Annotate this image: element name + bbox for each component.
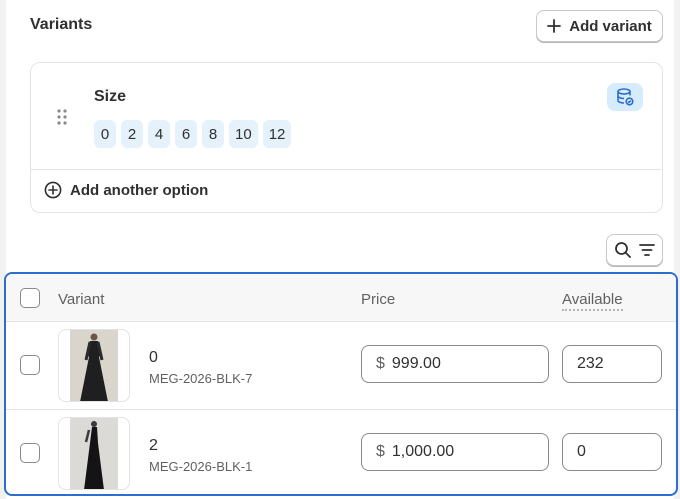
option-value-chip[interactable]: 6 (175, 120, 197, 148)
variants-table: Variant Price Available 0 MEG-2026-BLK-7… (4, 272, 678, 496)
plus-circle-icon (44, 181, 62, 199)
price-input[interactable]: $ (361, 433, 549, 471)
database-icon (617, 88, 634, 106)
plus-icon (547, 19, 562, 33)
variant-name[interactable]: 2 (149, 437, 158, 455)
available-input[interactable] (562, 345, 662, 383)
option-value-chip[interactable]: 4 (148, 120, 170, 148)
dress-thumbnail (70, 330, 118, 401)
price-value[interactable] (391, 443, 522, 461)
dress-thumbnail (70, 418, 118, 489)
divider (31, 169, 662, 170)
metafield-link-button[interactable] (607, 83, 643, 111)
currency-symbol: $ (376, 355, 385, 372)
price-value[interactable] (391, 355, 522, 373)
add-another-option-label: Add another option (70, 181, 209, 199)
variant-sku: MEG-2026-BLK-1 (149, 459, 253, 474)
search-filter-button[interactable] (606, 234, 663, 266)
option-value-chip[interactable]: 10 (229, 120, 258, 148)
row-checkbox[interactable] (20, 355, 40, 375)
variant-thumbnail[interactable] (58, 417, 130, 490)
add-variant-label: Add variant (569, 17, 652, 35)
option-value-chip[interactable]: 2 (121, 120, 143, 148)
search-icon (614, 242, 631, 258)
row-checkbox[interactable] (20, 443, 40, 463)
currency-symbol: $ (376, 443, 385, 460)
variant-thumbnail[interactable] (58, 329, 130, 402)
table-header: Variant Price Available (6, 274, 676, 322)
table-row[interactable]: 2 MEG-2026-BLK-1 $ (6, 409, 676, 494)
option-editor: Size 0 2 4 6 8 10 12 Add another option (30, 62, 663, 213)
option-values: 0 2 4 6 8 10 12 (94, 120, 292, 148)
option-value-chip[interactable]: 8 (202, 120, 224, 148)
section-title: Variants (30, 16, 93, 33)
drag-handle-icon[interactable] (57, 109, 67, 125)
variant-name[interactable]: 0 (149, 349, 158, 367)
add-another-option-button[interactable]: Add another option (44, 181, 208, 199)
option-value-chip[interactable]: 0 (94, 120, 116, 148)
available-value[interactable] (577, 355, 657, 373)
column-header-price[interactable]: Price (361, 291, 395, 308)
filter-icon (638, 244, 655, 256)
option-value-chip[interactable]: 12 (262, 120, 292, 148)
column-header-variant[interactable]: Variant (58, 291, 104, 308)
select-all-checkbox[interactable] (20, 288, 40, 308)
variant-sku: MEG-2026-BLK-7 (149, 371, 253, 386)
add-variant-button[interactable]: Add variant (536, 10, 663, 42)
price-input[interactable]: $ (361, 345, 549, 383)
option-name[interactable]: Size (94, 88, 126, 106)
available-value[interactable] (577, 443, 657, 461)
table-row[interactable]: 0 MEG-2026-BLK-7 $ (6, 322, 676, 409)
column-header-available[interactable]: Available (562, 291, 623, 311)
available-input[interactable] (562, 433, 662, 471)
